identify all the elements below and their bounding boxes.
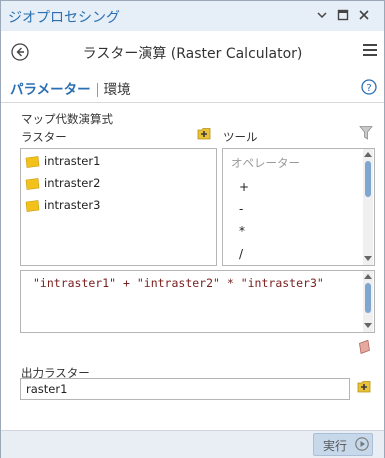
tab-environments[interactable]: 環境: [104, 82, 131, 98]
expression-section-label: マップ代数演算式: [21, 112, 113, 126]
scroll-up-arrow-icon[interactable]: [364, 274, 372, 279]
raster-name: intraster3: [44, 198, 101, 212]
operator-minus[interactable]: -: [239, 202, 243, 216]
add-raster-icon[interactable]: [197, 127, 212, 140]
raster-name: intraster2: [44, 176, 101, 190]
raster-name: intraster1: [44, 154, 101, 168]
browse-output-icon[interactable]: [357, 380, 372, 393]
raster-layer-icon: [25, 199, 40, 212]
scroll-up-arrow-icon[interactable]: [364, 152, 372, 157]
tab-separator: [96, 83, 98, 97]
operator-header: オペレーター: [231, 156, 300, 170]
expression-text[interactable]: "intraster1" + "intraster2" * "intraster…: [33, 276, 324, 290]
raster-list-label: ラスター: [21, 130, 67, 144]
svg-text:?: ?: [366, 83, 371, 94]
tools-list-label: ツール: [223, 130, 258, 144]
close-icon[interactable]: [358, 9, 370, 21]
raster-layer-icon: [25, 155, 40, 168]
play-icon: [355, 437, 369, 451]
output-raster-field[interactable]: raster1: [20, 378, 350, 400]
tab-bar: パラメーター 環境: [10, 78, 131, 98]
operator-divide[interactable]: /: [239, 247, 243, 261]
geoprocessing-pane: ジオプロセシング ラスター演算 (Raster Calculator) パラメー…: [0, 0, 385, 458]
operator-multiply[interactable]: *: [239, 224, 245, 238]
title-bar: ジオプロセシング: [1, 1, 384, 31]
tool-title: ラスター演算 (Raster Calculator): [82, 46, 303, 62]
chevron-down-icon[interactable]: [316, 9, 328, 21]
scroll-down-arrow-icon[interactable]: [364, 323, 372, 328]
expression-editor[interactable]: "intraster1" + "intraster2" * "intraster…: [20, 270, 375, 333]
output-raster-value[interactable]: raster1: [26, 382, 67, 396]
raster-list[interactable]: intraster1 intraster2 intraster3: [20, 148, 217, 266]
run-button[interactable]: 実行: [313, 433, 373, 456]
operator-plus[interactable]: +: [239, 180, 249, 194]
menu-icon[interactable]: [363, 44, 377, 57]
eraser-icon[interactable]: [356, 340, 373, 354]
raster-layer-icon: [25, 177, 40, 190]
tools-list[interactable]: オペレーター + - * /: [222, 148, 375, 266]
restore-icon[interactable]: [337, 9, 349, 21]
list-item[interactable]: intraster3: [25, 198, 100, 216]
filter-icon[interactable]: [359, 125, 373, 141]
scroll-down-arrow-icon[interactable]: [364, 256, 372, 261]
expression-scrollbar[interactable]: [363, 271, 373, 332]
tool-header: ラスター演算 (Raster Calculator): [1, 31, 384, 71]
pane-title: ジオプロセシング: [8, 10, 120, 26]
scrollbar-thumb[interactable]: [365, 161, 371, 197]
list-item[interactable]: intraster2: [25, 176, 100, 194]
scrollbar-thumb[interactable]: [365, 283, 371, 313]
tools-scrollbar[interactable]: [363, 149, 373, 265]
tab-divider: [1, 102, 384, 103]
list-item[interactable]: intraster1: [25, 154, 100, 172]
help-icon[interactable]: ?: [361, 79, 377, 95]
tab-parameters[interactable]: パラメーター: [10, 82, 91, 98]
run-button-label: 実行: [323, 439, 348, 453]
